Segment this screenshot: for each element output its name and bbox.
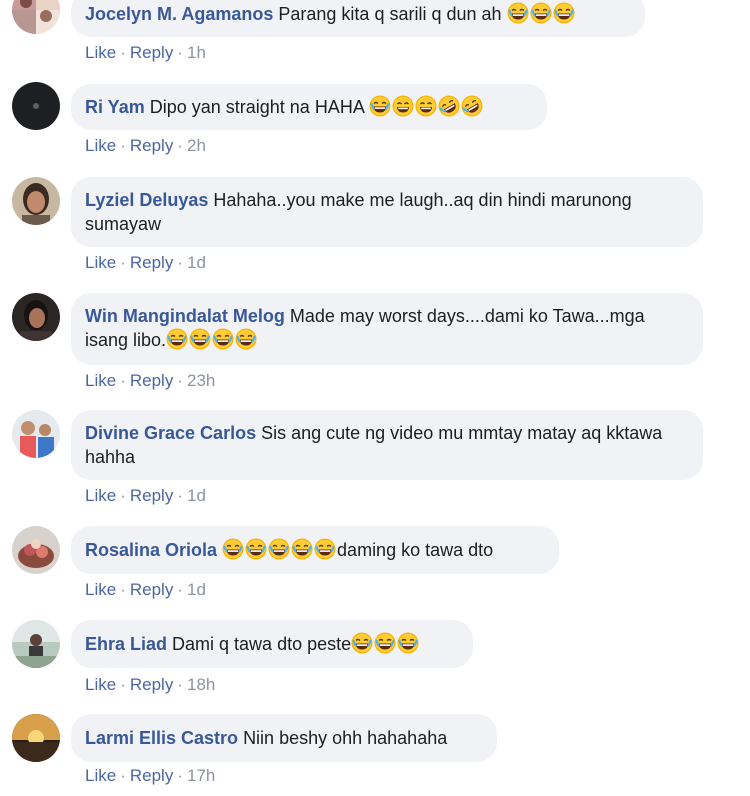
commenter-name[interactable]: Lyziel Deluyas xyxy=(85,190,208,210)
comment-text: Dami q tawa dto peste xyxy=(172,634,352,654)
comment-bubble: Rosalina Oriola daming ko tawa dto xyxy=(71,526,559,574)
separator: · xyxy=(120,136,126,155)
separator: · xyxy=(177,136,183,155)
separator: · xyxy=(120,371,126,390)
comment-bubble: Jocelyn M. Agamanos Parang kita q sarili … xyxy=(71,0,645,37)
comment-bubble: Ri Yam Dipo yan straight na HAHA xyxy=(71,84,547,130)
commenter-name[interactable]: Divine Grace Carlos xyxy=(85,423,256,443)
smiling-emoji-icon xyxy=(415,95,437,117)
commenter-name[interactable]: Rosalina Oriola xyxy=(85,540,217,560)
like-link[interactable]: Like xyxy=(85,371,116,390)
comment-actions: Like · Reply · 1d xyxy=(85,486,206,506)
avatar[interactable] xyxy=(12,0,60,34)
comment-text: daming ko tawa dto xyxy=(337,540,494,560)
comment-text: Parang kita q sarili q dun ah xyxy=(278,4,507,24)
comment-actions: Like · Reply · 1d xyxy=(85,580,206,600)
avatar[interactable] xyxy=(12,526,60,574)
avatar[interactable] xyxy=(12,177,60,225)
separator: · xyxy=(177,486,183,505)
separator: · xyxy=(177,43,183,62)
comment-actions: Like · Reply · 17h xyxy=(85,766,215,786)
commenter-name[interactable]: Larmi Ellis Castro xyxy=(85,728,238,748)
laughing-emoji-icon xyxy=(166,328,188,350)
reply-link[interactable]: Reply xyxy=(130,675,173,694)
reply-link[interactable]: Reply xyxy=(130,136,173,155)
laughing-emoji-icon xyxy=(235,328,257,350)
like-link[interactable]: Like xyxy=(85,580,116,599)
separator: · xyxy=(177,675,183,694)
comment-bubble: Lyziel Deluyas Hahaha..you make me laugh.… xyxy=(71,177,703,247)
separator: · xyxy=(120,766,126,785)
timestamp[interactable]: 1h xyxy=(187,43,206,62)
separator: · xyxy=(120,43,126,62)
timestamp[interactable]: 17h xyxy=(187,766,215,785)
reply-link[interactable]: Reply xyxy=(130,580,173,599)
laughing-emoji-icon xyxy=(351,632,373,654)
separator: · xyxy=(177,253,183,272)
separator: · xyxy=(120,675,126,694)
reply-link[interactable]: Reply xyxy=(130,371,173,390)
commenter-name[interactable]: Ehra Liad xyxy=(85,634,167,654)
laughing-emoji-icon xyxy=(530,2,552,24)
separator: · xyxy=(120,253,126,272)
timestamp[interactable]: 1d xyxy=(187,253,206,272)
reply-link[interactable]: Reply xyxy=(130,766,173,785)
comment-bubble: Win Mangindalat Melog Made may worst days… xyxy=(71,293,703,365)
laughing-emoji-icon xyxy=(268,538,290,560)
reply-link[interactable]: Reply xyxy=(130,43,173,62)
laughing-emoji-icon xyxy=(212,328,234,350)
laughing-emoji-icon xyxy=(189,328,211,350)
laughing-emoji-icon xyxy=(369,95,391,117)
laughing-emoji-icon xyxy=(553,2,575,24)
reply-link[interactable]: Reply xyxy=(130,486,173,505)
laughing-emoji-icon xyxy=(245,538,267,560)
comment-bubble: Divine Grace Carlos Sis ang cute ng video… xyxy=(71,410,703,480)
separator: · xyxy=(177,766,183,785)
comment-actions: Like · Reply · 23h xyxy=(85,371,215,391)
timestamp[interactable]: 18h xyxy=(187,675,215,694)
separator: · xyxy=(120,580,126,599)
laughing-emoji-icon xyxy=(397,632,419,654)
avatar[interactable] xyxy=(12,620,60,668)
commenter-name[interactable]: Jocelyn M. Agamanos xyxy=(85,4,273,24)
timestamp[interactable]: 1d xyxy=(187,486,206,505)
separator: · xyxy=(177,371,183,390)
timestamp[interactable]: 1d xyxy=(187,580,206,599)
comment-text: Niin beshy ohh hahahaha xyxy=(243,728,448,748)
timestamp[interactable]: 23h xyxy=(187,371,215,390)
comment-actions: Like · Reply · 1d xyxy=(85,253,206,273)
laughing-emoji-icon xyxy=(507,2,529,24)
like-link[interactable]: Like xyxy=(85,766,116,785)
comment-bubble: Larmi Ellis Castro Niin beshy ohh hahahah… xyxy=(71,714,497,762)
laughing-emoji-icon xyxy=(222,538,244,560)
separator: · xyxy=(120,486,126,505)
commenter-name[interactable]: Ri Yam xyxy=(85,97,145,117)
timestamp[interactable]: 2h xyxy=(187,136,206,155)
reply-link[interactable]: Reply xyxy=(130,253,173,272)
like-link[interactable]: Like xyxy=(85,675,116,694)
avatar[interactable] xyxy=(12,410,60,458)
comment-actions: Like · Reply · 18h xyxy=(85,675,215,695)
avatar[interactable] xyxy=(12,714,60,762)
comment-actions: Like · Reply · 1h xyxy=(85,43,206,63)
rofl-emoji-icon xyxy=(461,95,483,117)
like-link[interactable]: Like xyxy=(85,253,116,272)
laughing-emoji-icon xyxy=(374,632,396,654)
like-link[interactable]: Like xyxy=(85,43,116,62)
laughing-emoji-icon xyxy=(314,538,336,560)
smiling-emoji-icon xyxy=(392,95,414,117)
avatar[interactable] xyxy=(12,293,60,341)
avatar[interactable] xyxy=(12,82,60,130)
commenter-name[interactable]: Win Mangindalat Melog xyxy=(85,306,285,326)
laughing-emoji-icon xyxy=(291,538,313,560)
like-link[interactable]: Like xyxy=(85,486,116,505)
comment-bubble: Ehra Liad Dami q tawa dto peste xyxy=(71,620,473,668)
separator: · xyxy=(177,580,183,599)
rofl-emoji-icon xyxy=(438,95,460,117)
comment-text: Dipo yan straight na HAHA xyxy=(149,97,369,117)
like-link[interactable]: Like xyxy=(85,136,116,155)
comment-actions: Like · Reply · 2h xyxy=(85,136,206,156)
